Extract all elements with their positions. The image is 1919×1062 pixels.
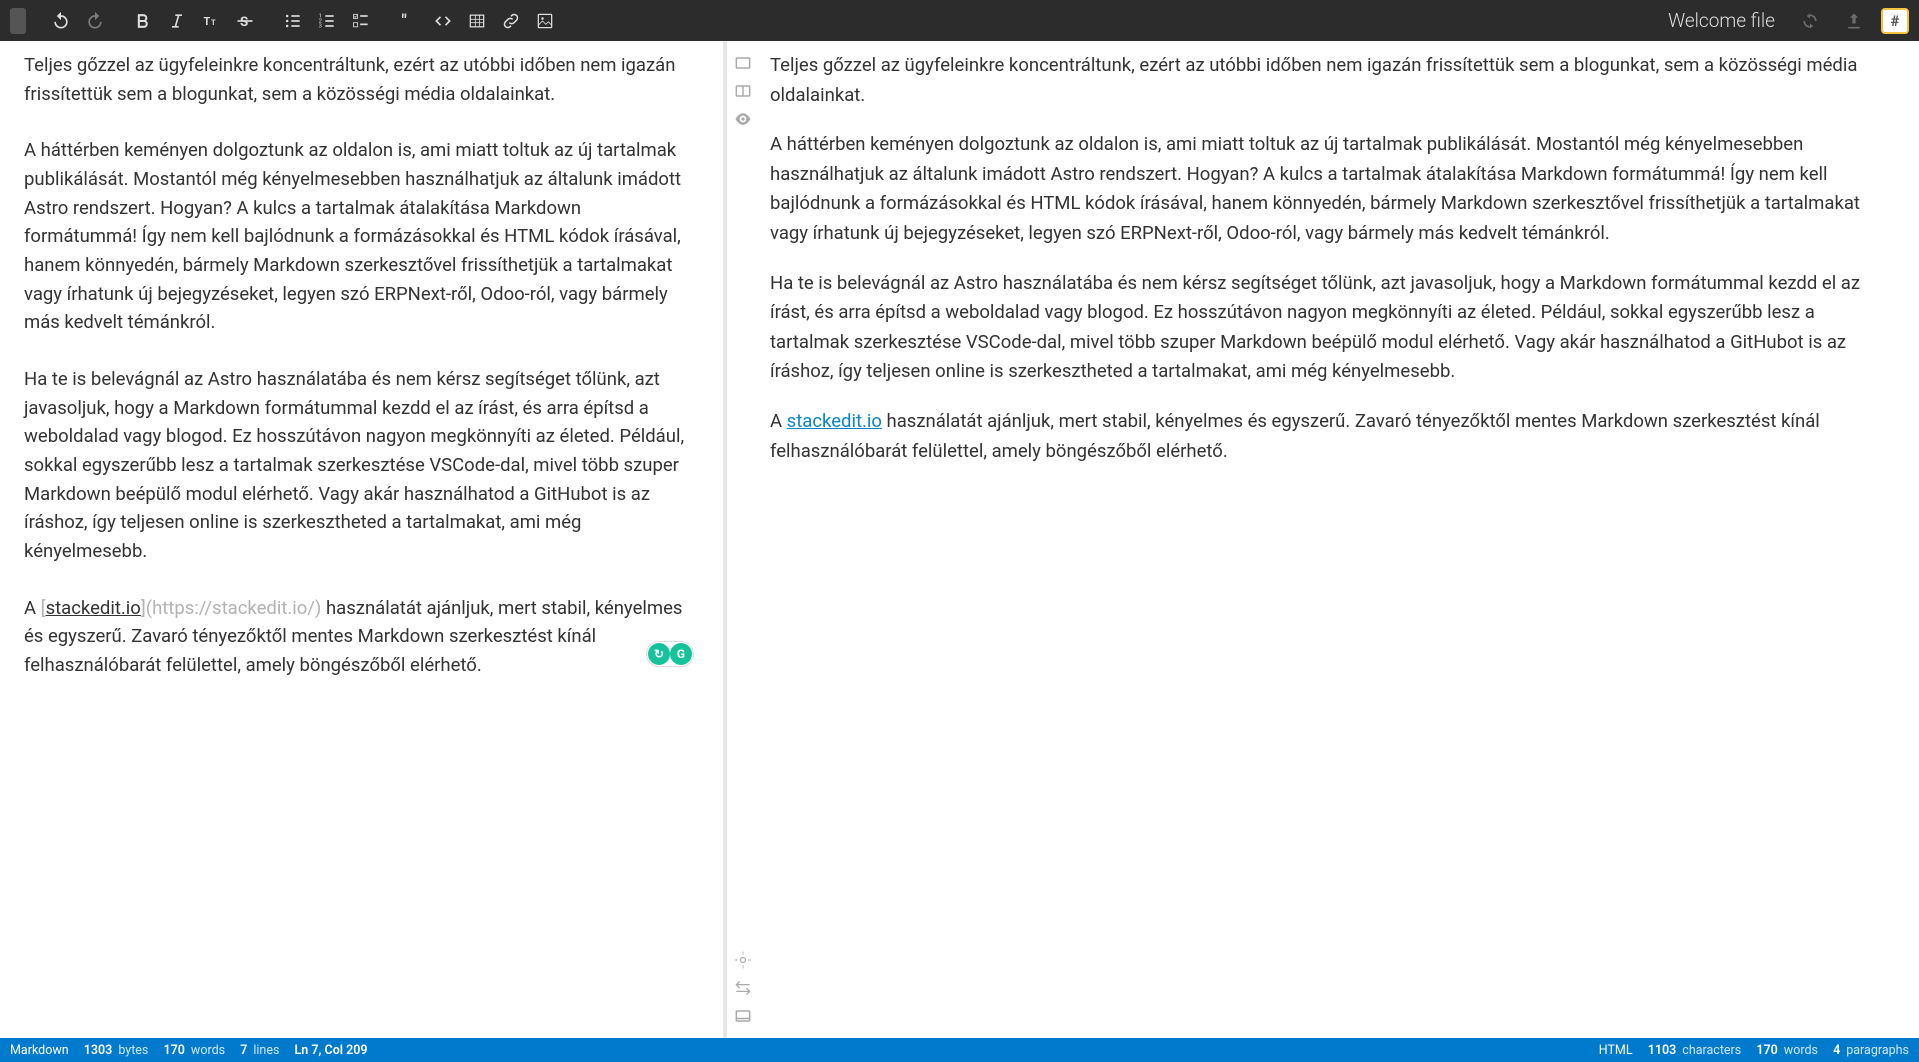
preview-pane[interactable]: Teljes gőzzel az ügyfeleinkre koncentrál…	[756, 41, 1919, 1038]
svg-text:T: T	[211, 18, 216, 27]
ordered-list-icon: 123	[317, 11, 337, 31]
unordered-list-icon	[283, 11, 303, 31]
nav-marker-icon[interactable]	[733, 53, 753, 73]
image-button[interactable]	[528, 4, 562, 38]
folder-icon	[10, 8, 26, 34]
svg-text:S: S	[240, 15, 248, 30]
folder-button[interactable]	[10, 4, 44, 38]
main-area: Teljes gőzzel az ügyfeleinkre koncentrál…	[0, 41, 1919, 1038]
pane-splitter[interactable]	[722, 41, 730, 1038]
stackedit-link[interactable]: stackedit.io	[787, 410, 882, 432]
grammarly-icon: ↻	[648, 643, 670, 665]
toolbar: TT S 123 " Welcome file #	[0, 0, 1919, 41]
bold-icon	[133, 11, 153, 31]
bold-button[interactable]	[126, 4, 160, 38]
sb-words-label-r: words	[1784, 1043, 1818, 1058]
code-button[interactable]	[426, 4, 460, 38]
grammarly-widget[interactable]: ↻ G	[646, 641, 694, 667]
editor-paragraph[interactable]: A háttérben keményen dolgoztunk az oldal…	[24, 136, 698, 337]
status-bar: Markdown 1303 bytes 170 words 7 lines Ln…	[0, 1038, 1919, 1062]
table-button[interactable]	[460, 4, 494, 38]
checklist-button[interactable]	[344, 4, 378, 38]
focus-icon[interactable]	[733, 950, 753, 970]
text: A	[24, 597, 41, 619]
statusbar-left: Markdown 1303 bytes 170 words 7 lines Ln…	[10, 1043, 368, 1058]
table-icon	[467, 11, 487, 31]
preview-paragraph: A stackedit.io használatát ajánljuk, mer…	[770, 407, 1879, 466]
strikethrough-button[interactable]: S	[228, 4, 262, 38]
quote-button[interactable]: "	[392, 4, 426, 38]
stackedit-logo-button[interactable]: #	[1881, 8, 1909, 34]
italic-button[interactable]	[160, 4, 194, 38]
svg-text:T: T	[204, 15, 211, 28]
upload-icon	[1844, 11, 1864, 31]
undo-button[interactable]	[44, 4, 78, 38]
sync-icon	[1800, 11, 1820, 31]
editor-paragraph[interactable]: A [stackedit.io](https://stackedit.io/) …	[24, 594, 698, 680]
editor-paragraph[interactable]: Teljes gőzzel az ügyfeleinkre koncentrál…	[24, 51, 698, 108]
sb-mode: Markdown	[10, 1043, 69, 1058]
sb-words-label: words	[191, 1043, 225, 1058]
preview-paragraph: Teljes gőzzel az ügyfeleinkre koncentrál…	[770, 51, 1879, 110]
strikethrough-icon: S	[235, 11, 255, 31]
sb-words-val-r: 170	[1756, 1043, 1777, 1058]
checklist-icon	[351, 11, 371, 31]
text: használatát ajánljuk, mert stabil, kénye…	[770, 410, 1820, 462]
sb-mode-r: HTML	[1599, 1043, 1633, 1058]
heading-icon: TT	[201, 11, 221, 31]
statusbar-right: HTML 1103 characters 170 words 4 paragra…	[1599, 1043, 1909, 1058]
link-icon	[501, 11, 521, 31]
sb-words-val: 170	[163, 1043, 184, 1058]
link-url: (https://stackedit.io/)	[146, 597, 322, 619]
sb-cursor: Ln 7, Col 209	[295, 1043, 368, 1058]
preview-paragraph: A háttérben keményen dolgoztunk az oldal…	[770, 130, 1879, 248]
sb-chars-label: characters	[1682, 1043, 1741, 1058]
sb-paras-val: 4	[1833, 1043, 1840, 1058]
sb-lines-val: 7	[240, 1043, 247, 1058]
view-gutter	[730, 41, 756, 1038]
sb-paras-label: paragraphs	[1846, 1043, 1909, 1058]
text: A	[770, 410, 787, 432]
upload-button[interactable]	[1837, 4, 1871, 38]
heading-button[interactable]: TT	[194, 4, 228, 38]
svg-text:": "	[402, 12, 407, 31]
side-preview-icon[interactable]	[733, 81, 753, 101]
link-text: stackedit.io	[46, 597, 141, 619]
sb-bytes-val: 1303	[84, 1043, 113, 1058]
sb-lines-label: lines	[253, 1043, 279, 1058]
scroll-sync-icon[interactable]	[733, 978, 753, 998]
redo-button[interactable]	[78, 4, 112, 38]
redo-icon	[85, 11, 105, 31]
preview-paragraph: Ha te is belevágnál az Astro használatáb…	[770, 269, 1879, 387]
sb-chars-val: 1103	[1648, 1043, 1677, 1058]
link-button[interactable]	[494, 4, 528, 38]
ul-button[interactable]	[276, 4, 310, 38]
svg-text:3: 3	[319, 23, 322, 29]
grammarly-icon: G	[670, 643, 692, 665]
reader-icon[interactable]	[733, 109, 753, 129]
toolbar-right: Welcome file #	[1668, 4, 1909, 38]
editor-paragraph[interactable]: Ha te is belevágnál az Astro használatáb…	[24, 365, 698, 566]
image-icon	[535, 11, 555, 31]
sync-button[interactable]	[1793, 4, 1827, 38]
editor-pane[interactable]: Teljes gőzzel az ügyfeleinkre koncentrál…	[0, 41, 722, 1038]
document-title[interactable]: Welcome file	[1668, 9, 1775, 32]
sb-bytes-label: bytes	[118, 1043, 148, 1058]
statusbar-toggle-icon[interactable]	[733, 1006, 753, 1026]
code-icon	[433, 11, 453, 31]
logo-icon: #	[1891, 12, 1900, 30]
undo-icon	[51, 11, 71, 31]
italic-icon	[167, 11, 187, 31]
toolbar-left: TT S 123 "	[10, 4, 562, 38]
quote-icon: "	[399, 11, 419, 31]
ol-button[interactable]: 123	[310, 4, 344, 38]
